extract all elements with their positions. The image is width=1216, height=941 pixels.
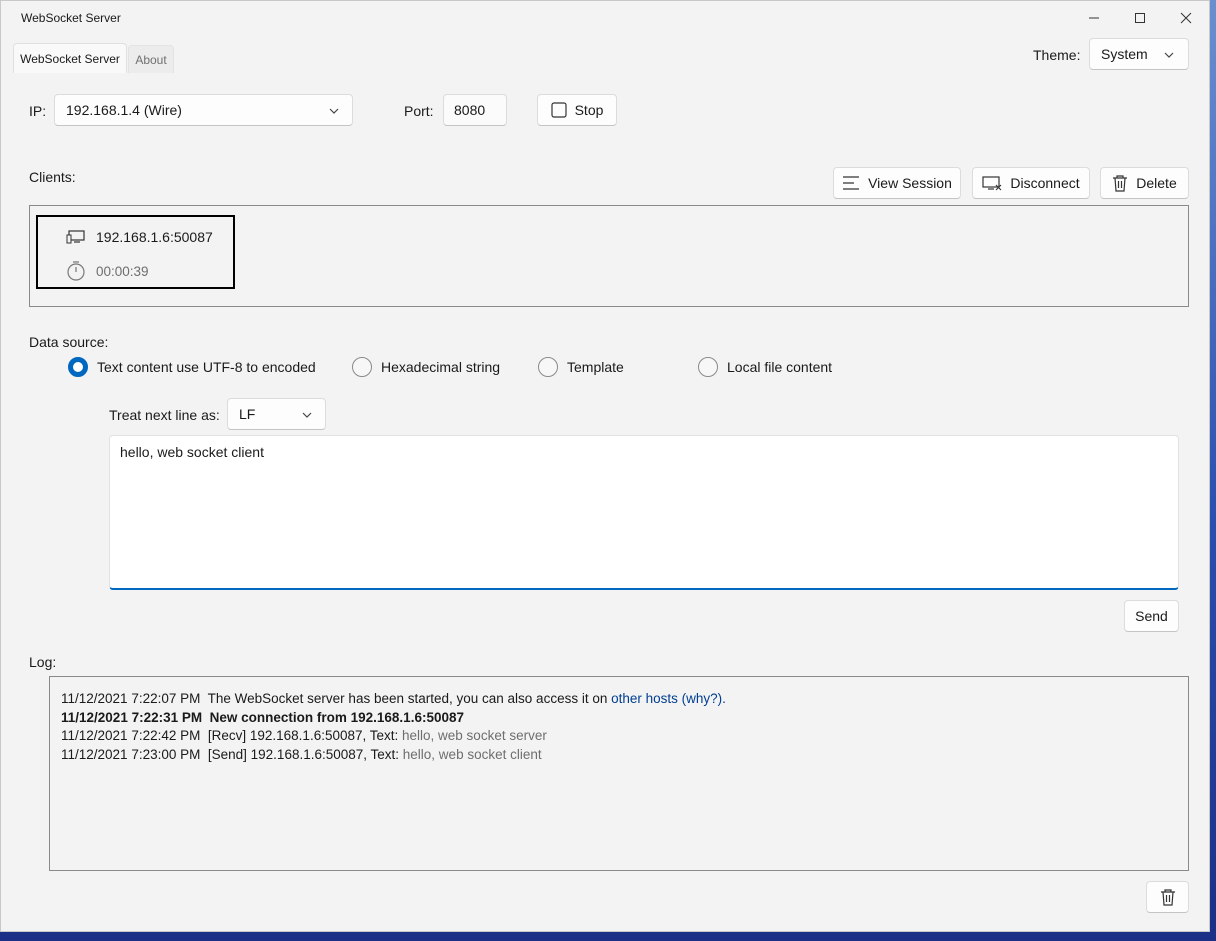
maximize-icon <box>1135 13 1145 23</box>
stop-button[interactable]: Stop <box>537 94 617 126</box>
list-icon <box>843 176 860 190</box>
log-entry: 11/12/2021 7:22:31 PM New connection fro… <box>61 710 464 725</box>
port-label: Port: <box>404 103 434 119</box>
log-text: The WebSocket server has been started, y… <box>207 691 612 706</box>
tab-websocket-server[interactable]: WebSocket Server <box>13 43 127 73</box>
chevron-down-icon <box>302 412 312 418</box>
log-time: 11/12/2021 7:22:42 PM <box>61 728 201 743</box>
radio-local-file-label: Local file content <box>727 359 833 375</box>
log-time: 11/12/2021 7:22:07 PM <box>61 691 201 706</box>
window-title: WebSocket Server <box>21 11 121 25</box>
data-source-label: Data source: <box>29 334 109 350</box>
client-address: 192.168.1.6:50087 <box>96 229 213 245</box>
ip-dropdown[interactable]: 192.168.1.4 (Wire) <box>54 94 353 126</box>
client-duration: 00:00:39 <box>96 264 149 279</box>
tab-about[interactable]: About <box>128 45 174 73</box>
minimize-icon <box>1089 17 1099 19</box>
log-entry: 11/12/2021 7:22:42 PM [Recv] 192.168.1.6… <box>61 728 547 743</box>
minimize-button[interactable] <box>1071 1 1117 35</box>
radio-text-utf8-label: Text content use UTF-8 to encoded <box>97 359 316 375</box>
message-text: hello, web socket client <box>120 444 264 460</box>
disconnect-label: Disconnect <box>1010 175 1080 191</box>
radio-local-file[interactable] <box>698 357 718 377</box>
radio-hex-string[interactable] <box>352 357 372 377</box>
view-session-button[interactable]: View Session <box>833 167 961 199</box>
client-item[interactable]: 192.168.1.6:50087 00:00:39 <box>36 215 235 289</box>
log-time: 11/12/2021 7:22:31 PM <box>61 710 203 725</box>
log-payload: hello, web socket server <box>402 728 547 743</box>
disconnect-button[interactable]: Disconnect <box>972 167 1090 199</box>
log-entry: 11/12/2021 7:23:00 PM [Send] 192.168.1.6… <box>61 747 542 762</box>
next-line-dropdown[interactable]: LF <box>227 398 326 430</box>
monitor-icon <box>66 230 85 244</box>
other-hosts-link[interactable]: other hosts (why?). <box>611 691 726 706</box>
log-payload: hello, web socket client <box>402 747 542 762</box>
radio-template[interactable] <box>538 357 558 377</box>
ip-value: 192.168.1.4 (Wire) <box>66 102 182 118</box>
delete-label: Delete <box>1136 175 1177 191</box>
send-label: Send <box>1135 608 1168 624</box>
chevron-down-icon <box>1164 52 1174 58</box>
send-button[interactable]: Send <box>1124 600 1179 632</box>
theme-label: Theme: <box>1033 47 1081 63</box>
app-window: WebSocket Server WebSocket Server About … <box>0 0 1210 932</box>
radio-template-label: Template <box>567 359 624 375</box>
radio-hex-string-label: Hexadecimal string <box>381 359 501 375</box>
view-session-label: View Session <box>868 175 952 191</box>
log-text: New connection from 192.168.1.6:50087 <box>209 710 464 725</box>
theme-dropdown[interactable]: System <box>1089 38 1189 70</box>
port-input[interactable]: 8080 <box>443 94 507 126</box>
next-line-label: Treat next line as: <box>109 407 220 423</box>
stop-label: Stop <box>574 102 604 118</box>
ip-label: IP: <box>29 103 47 119</box>
message-textarea[interactable]: hello, web socket client <box>109 435 1179 590</box>
chevron-down-icon <box>329 108 339 114</box>
clear-log-button[interactable] <box>1146 881 1189 913</box>
log-entry: 11/12/2021 7:22:07 PM The WebSocket serv… <box>61 691 726 706</box>
log-text: [Recv] 192.168.1.6:50087, Text: <box>207 728 403 743</box>
clients-label: Clients: <box>29 169 76 185</box>
next-line-value: LF <box>239 406 256 422</box>
radio-text-utf8[interactable] <box>68 357 88 377</box>
log-label: Log: <box>29 654 57 670</box>
trash-icon <box>1113 175 1128 192</box>
tab-label: About <box>135 52 167 67</box>
trash-icon <box>1160 889 1175 906</box>
tab-label: WebSocket Server <box>20 51 120 66</box>
stop-icon <box>550 102 567 118</box>
monitor-disconnect-icon <box>982 176 1002 191</box>
clients-list: 192.168.1.6:50087 00:00:39 <box>29 205 1189 307</box>
theme-value: System <box>1101 46 1148 62</box>
port-value: 8080 <box>454 102 486 118</box>
close-button[interactable] <box>1163 1 1209 35</box>
log-text: [Send] 192.168.1.6:50087, Text: <box>207 747 403 762</box>
title-bar: WebSocket Server <box>1 1 1209 35</box>
delete-client-button[interactable]: Delete <box>1100 167 1189 199</box>
maximize-button[interactable] <box>1117 1 1163 35</box>
log-time: 11/12/2021 7:23:00 PM <box>61 747 201 762</box>
log-panel: 11/12/2021 7:22:07 PM The WebSocket serv… <box>49 676 1189 871</box>
stopwatch-icon <box>67 261 85 281</box>
close-icon <box>1180 12 1192 24</box>
